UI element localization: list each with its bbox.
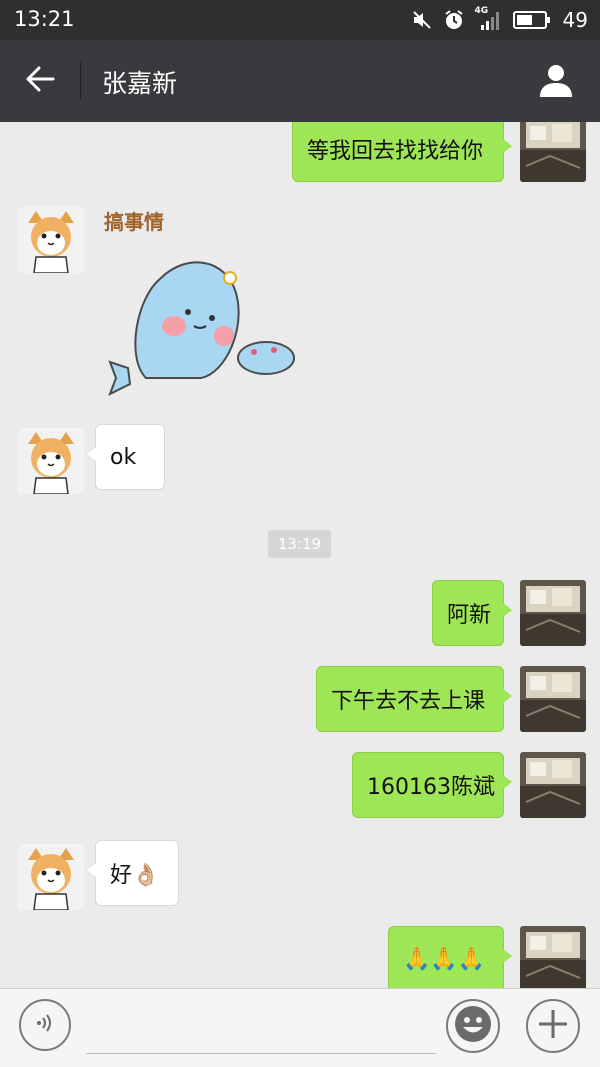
voice-button[interactable] [19, 999, 71, 1051]
plus-icon [536, 1007, 570, 1045]
profile-button[interactable] [534, 60, 578, 104]
sticker-caption: 搞事情 [104, 210, 164, 234]
message-bubble-contact[interactable]: ok [87, 424, 165, 490]
back-button[interactable] [16, 61, 64, 101]
chat-area[interactable]: 等我回去找找给你 搞事情 ok 13:19 阿新 下午去不去上课 160163陈… [0, 122, 600, 988]
more-button[interactable] [526, 999, 580, 1053]
battery-level: 49 [562, 8, 588, 32]
message-timestamp: 13:19 [268, 530, 331, 558]
contact-avatar[interactable] [18, 428, 84, 494]
status-icons: 4G 49 [411, 6, 588, 32]
voice-icon [33, 1011, 57, 1039]
signal-icon: 4G [474, 6, 503, 31]
message-input[interactable] [86, 1003, 436, 1054]
message-bubble-mine[interactable]: 等我回去找找给你 [292, 122, 512, 182]
battery-icon [512, 10, 551, 30]
network-type: 4G [474, 6, 489, 16]
contact-avatar[interactable] [18, 207, 84, 273]
emoji-button[interactable] [446, 999, 500, 1053]
header-divider [80, 62, 81, 100]
my-avatar[interactable] [520, 752, 586, 818]
my-avatar[interactable] [520, 666, 586, 732]
chat-header: 张嘉新 [0, 40, 600, 122]
my-avatar[interactable] [520, 122, 586, 182]
emoji-icon [453, 1004, 493, 1048]
status-time: 13:21 [14, 7, 75, 31]
message-bubble-contact[interactable]: 好👌🏼 [87, 840, 179, 906]
my-avatar[interactable] [520, 926, 586, 988]
seal-sticker-icon [106, 238, 296, 402]
contact-name: 张嘉新 [102, 69, 178, 98]
alarm-icon [443, 9, 465, 31]
input-bar [0, 988, 600, 1067]
my-avatar[interactable] [520, 580, 586, 646]
mute-icon [411, 9, 433, 31]
arrow-left-icon [25, 66, 55, 96]
message-bubble-mine[interactable]: 160163陈斌 [352, 752, 512, 818]
status-bar: 13:21 4G 49 [0, 0, 600, 40]
message-bubble-mine[interactable]: 阿新 [432, 580, 512, 646]
message-bubble-mine[interactable]: 🙏🙏🙏 [388, 926, 512, 988]
contact-avatar[interactable] [18, 844, 84, 910]
sticker-message[interactable]: 搞事情 [100, 202, 300, 402]
message-bubble-mine[interactable]: 下午去不去上课 [316, 666, 512, 732]
person-icon [538, 62, 574, 102]
